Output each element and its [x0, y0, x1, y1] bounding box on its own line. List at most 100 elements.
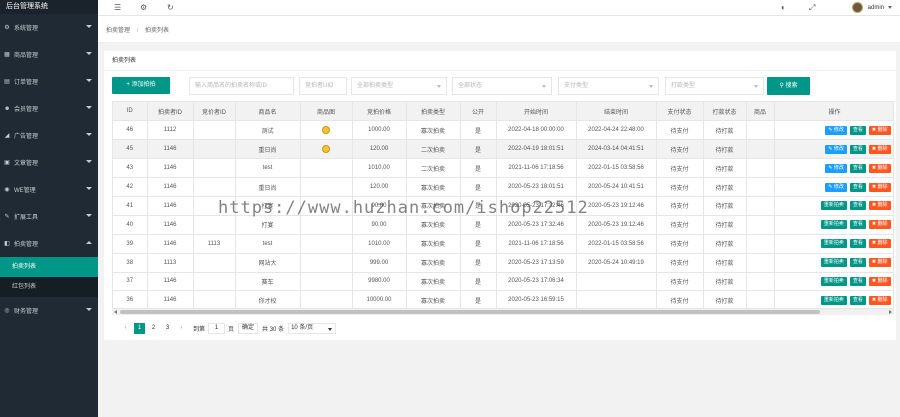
sidebar-item-box[interactable]: ▦ 商品管理 — [0, 41, 98, 68]
sidebar-subitem-2[interactable]: 红包列表 — [0, 277, 98, 297]
view-button[interactable]: 查看 — [849, 125, 866, 135]
table-row: 40 1146 打宴 90.00 寡次拍卖是 2020-05-23 17:32:46 202… — [113, 215, 893, 235]
sidebar-item-wechat[interactable]: ◉ WE管理 — [0, 176, 98, 203]
cell-id: 42 — [113, 177, 148, 197]
page-size-select[interactable]: 10 条/页 — [288, 323, 337, 334]
cell-end: 2020-05-23 19:12:46 — [576, 196, 657, 216]
cell-img — [300, 215, 353, 235]
sidebar-item-gavel[interactable]: ◧ 拍卖管理 — [0, 230, 98, 257]
cell-name: 打宴 — [235, 196, 301, 216]
view-button[interactable]: 查看 — [849, 144, 866, 154]
cell-punch: 待打款 — [703, 215, 747, 235]
reauction-button[interactable]: 重新拍卖 — [820, 201, 847, 211]
cell-actions: 重新拍卖 查看 ✖ 删除 — [774, 253, 893, 273]
view-button[interactable]: 查看 — [849, 201, 866, 211]
breadcrumb-current: 拍卖列表 — [145, 28, 170, 34]
edit-button[interactable]: ✎ 修改 — [825, 125, 847, 135]
cell-actions: 重新拍卖 查看 ✖ 删除 — [774, 196, 893, 216]
chevron-down-icon — [888, 6, 892, 9]
chevron-down-icon — [86, 133, 92, 136]
page-3[interactable]: 3 — [162, 323, 173, 334]
cell-id: 41 — [113, 196, 148, 216]
cell-actions: 重新拍卖 查看 ✖ 删除 — [774, 272, 893, 292]
delete-button[interactable]: ✖ 删除 — [868, 295, 891, 305]
search-input[interactable]: 输入商品名的拍卖名称或ID — [189, 77, 294, 95]
view-button[interactable]: 查看 — [849, 239, 866, 249]
theme-icon[interactable]: ◐ — [781, 3, 786, 12]
view-button[interactable]: 查看 — [849, 182, 866, 192]
sidebar-item-finance[interactable]: ◎ 财务管理 — [0, 297, 98, 324]
view-button[interactable]: 查看 — [849, 276, 866, 286]
avatar — [851, 2, 863, 13]
delete-button[interactable]: ✖ 删除 — [868, 239, 891, 249]
reauction-button[interactable]: 重新拍卖 — [820, 295, 847, 305]
view-button[interactable]: 查看 — [849, 163, 866, 173]
sidebar-item-article[interactable]: ▣ 文章管理 — [0, 149, 98, 176]
cell-pub: 是 — [460, 158, 497, 179]
sidebar-item-megaphone[interactable]: ◢ 广告管理 — [0, 122, 98, 149]
reauction-button[interactable]: 重新拍卖 — [820, 239, 847, 249]
chevron-down-icon — [437, 85, 441, 88]
prev-page-icon[interactable]: ‹ — [120, 323, 131, 334]
search-button[interactable]: ⚲ 搜索 — [767, 77, 810, 95]
add-auction-button[interactable]: + 添加拍拍 — [112, 77, 170, 94]
cell-price: 1010.00 — [352, 234, 407, 254]
delete-button[interactable]: ✖ 删除 — [868, 201, 891, 211]
reauction-button[interactable]: 重新拍卖 — [820, 220, 847, 230]
delete-button[interactable]: ✖ 删除 — [868, 258, 891, 268]
refresh-icon[interactable]: ↻ — [167, 3, 174, 12]
bidder-uid-input[interactable]: 竞拍者UID — [299, 77, 347, 95]
delete-button[interactable]: ✖ 删除 — [868, 144, 891, 154]
cell-type: 寡次拍卖 — [406, 234, 461, 254]
sidebar-item-gear[interactable]: ⚙ 系统管理 — [0, 14, 98, 41]
sidebar-item-users[interactable]: ☻ 会员管理 — [0, 95, 98, 122]
cell-price: 1010.00 — [352, 158, 407, 179]
edit-button[interactable]: ✎ 修改 — [825, 163, 847, 173]
edit-button[interactable]: ✎ 修改 — [825, 182, 847, 192]
goto-confirm-button[interactable]: 确定 — [238, 323, 259, 334]
app-title: 后台管理系统 — [0, 0, 98, 14]
page-2[interactable]: 2 — [148, 323, 159, 334]
reauction-button[interactable]: 重新拍卖 — [820, 258, 847, 268]
delete-button[interactable]: ✖ 删除 — [868, 182, 891, 192]
sidebar-item-document[interactable]: ▤ 订单管理 — [0, 68, 98, 95]
cell-end: 2022-01-15 03:58:56 — [576, 234, 657, 254]
table-row: 42 1146 重日尚 120.00 寡次拍卖是 2020-05-23 18:01:51 2… — [113, 177, 893, 197]
product-thumbnail[interactable] — [322, 145, 330, 154]
goto-page-input[interactable]: 1 — [208, 323, 226, 334]
view-button[interactable]: 查看 — [849, 258, 866, 268]
cell-id: 37 — [113, 272, 148, 292]
delete-button[interactable]: ✖ 删除 — [868, 220, 891, 230]
edit-button[interactable]: ✎ 修改 — [825, 144, 847, 154]
sidebar-subitem-1[interactable]: 拍卖列表 — [0, 257, 98, 277]
fullscreen-icon[interactable]: ⤢ — [809, 3, 815, 12]
reauction-button[interactable]: 重新拍卖 — [820, 276, 847, 286]
cell-pay: 待支付 — [656, 253, 704, 273]
menu-toggle-icon[interactable]: ☰ — [114, 3, 121, 12]
next-page-icon[interactable]: › — [176, 323, 187, 334]
punch-type-select[interactable]: 打款类型 — [665, 77, 764, 95]
delete-button[interactable]: ✖ 删除 — [868, 163, 891, 173]
auction-type-select[interactable]: 全部拍卖类型 — [351, 77, 447, 95]
status-select[interactable]: 全部状态 — [452, 77, 552, 95]
breadcrumb-root[interactable]: 拍卖管理 — [106, 28, 130, 34]
cell-price: 1000.00 — [352, 120, 407, 141]
cell-punch: 待打款 — [703, 120, 747, 141]
delete-button[interactable]: ✖ 删除 — [868, 276, 891, 286]
pay-type-select[interactable]: 支付类型 — [558, 77, 659, 95]
page-1[interactable]: 1 — [134, 323, 145, 334]
horizontal-scrollbar[interactable] — [112, 309, 894, 315]
cell-img — [300, 290, 353, 308]
delete-button[interactable]: ✖ 删除 — [868, 125, 891, 135]
settings-icon[interactable]: ⚙ — [140, 3, 147, 12]
cell-actions: ✎ 修改 查看 ✖ 删除 — [774, 158, 893, 179]
sidebar-item-wrench[interactable]: ✎ 扩展工具 — [0, 203, 98, 230]
view-button[interactable]: 查看 — [849, 220, 866, 230]
user-menu[interactable]: admin — [851, 2, 892, 13]
product-thumbnail[interactable] — [322, 126, 330, 135]
column-header: 拍卖类型 — [406, 102, 461, 122]
cell-id: 40 — [113, 215, 148, 235]
view-button[interactable]: 查看 — [849, 295, 866, 305]
cell-id: 45 — [113, 139, 148, 160]
cell-seller: 1146 — [147, 272, 194, 292]
